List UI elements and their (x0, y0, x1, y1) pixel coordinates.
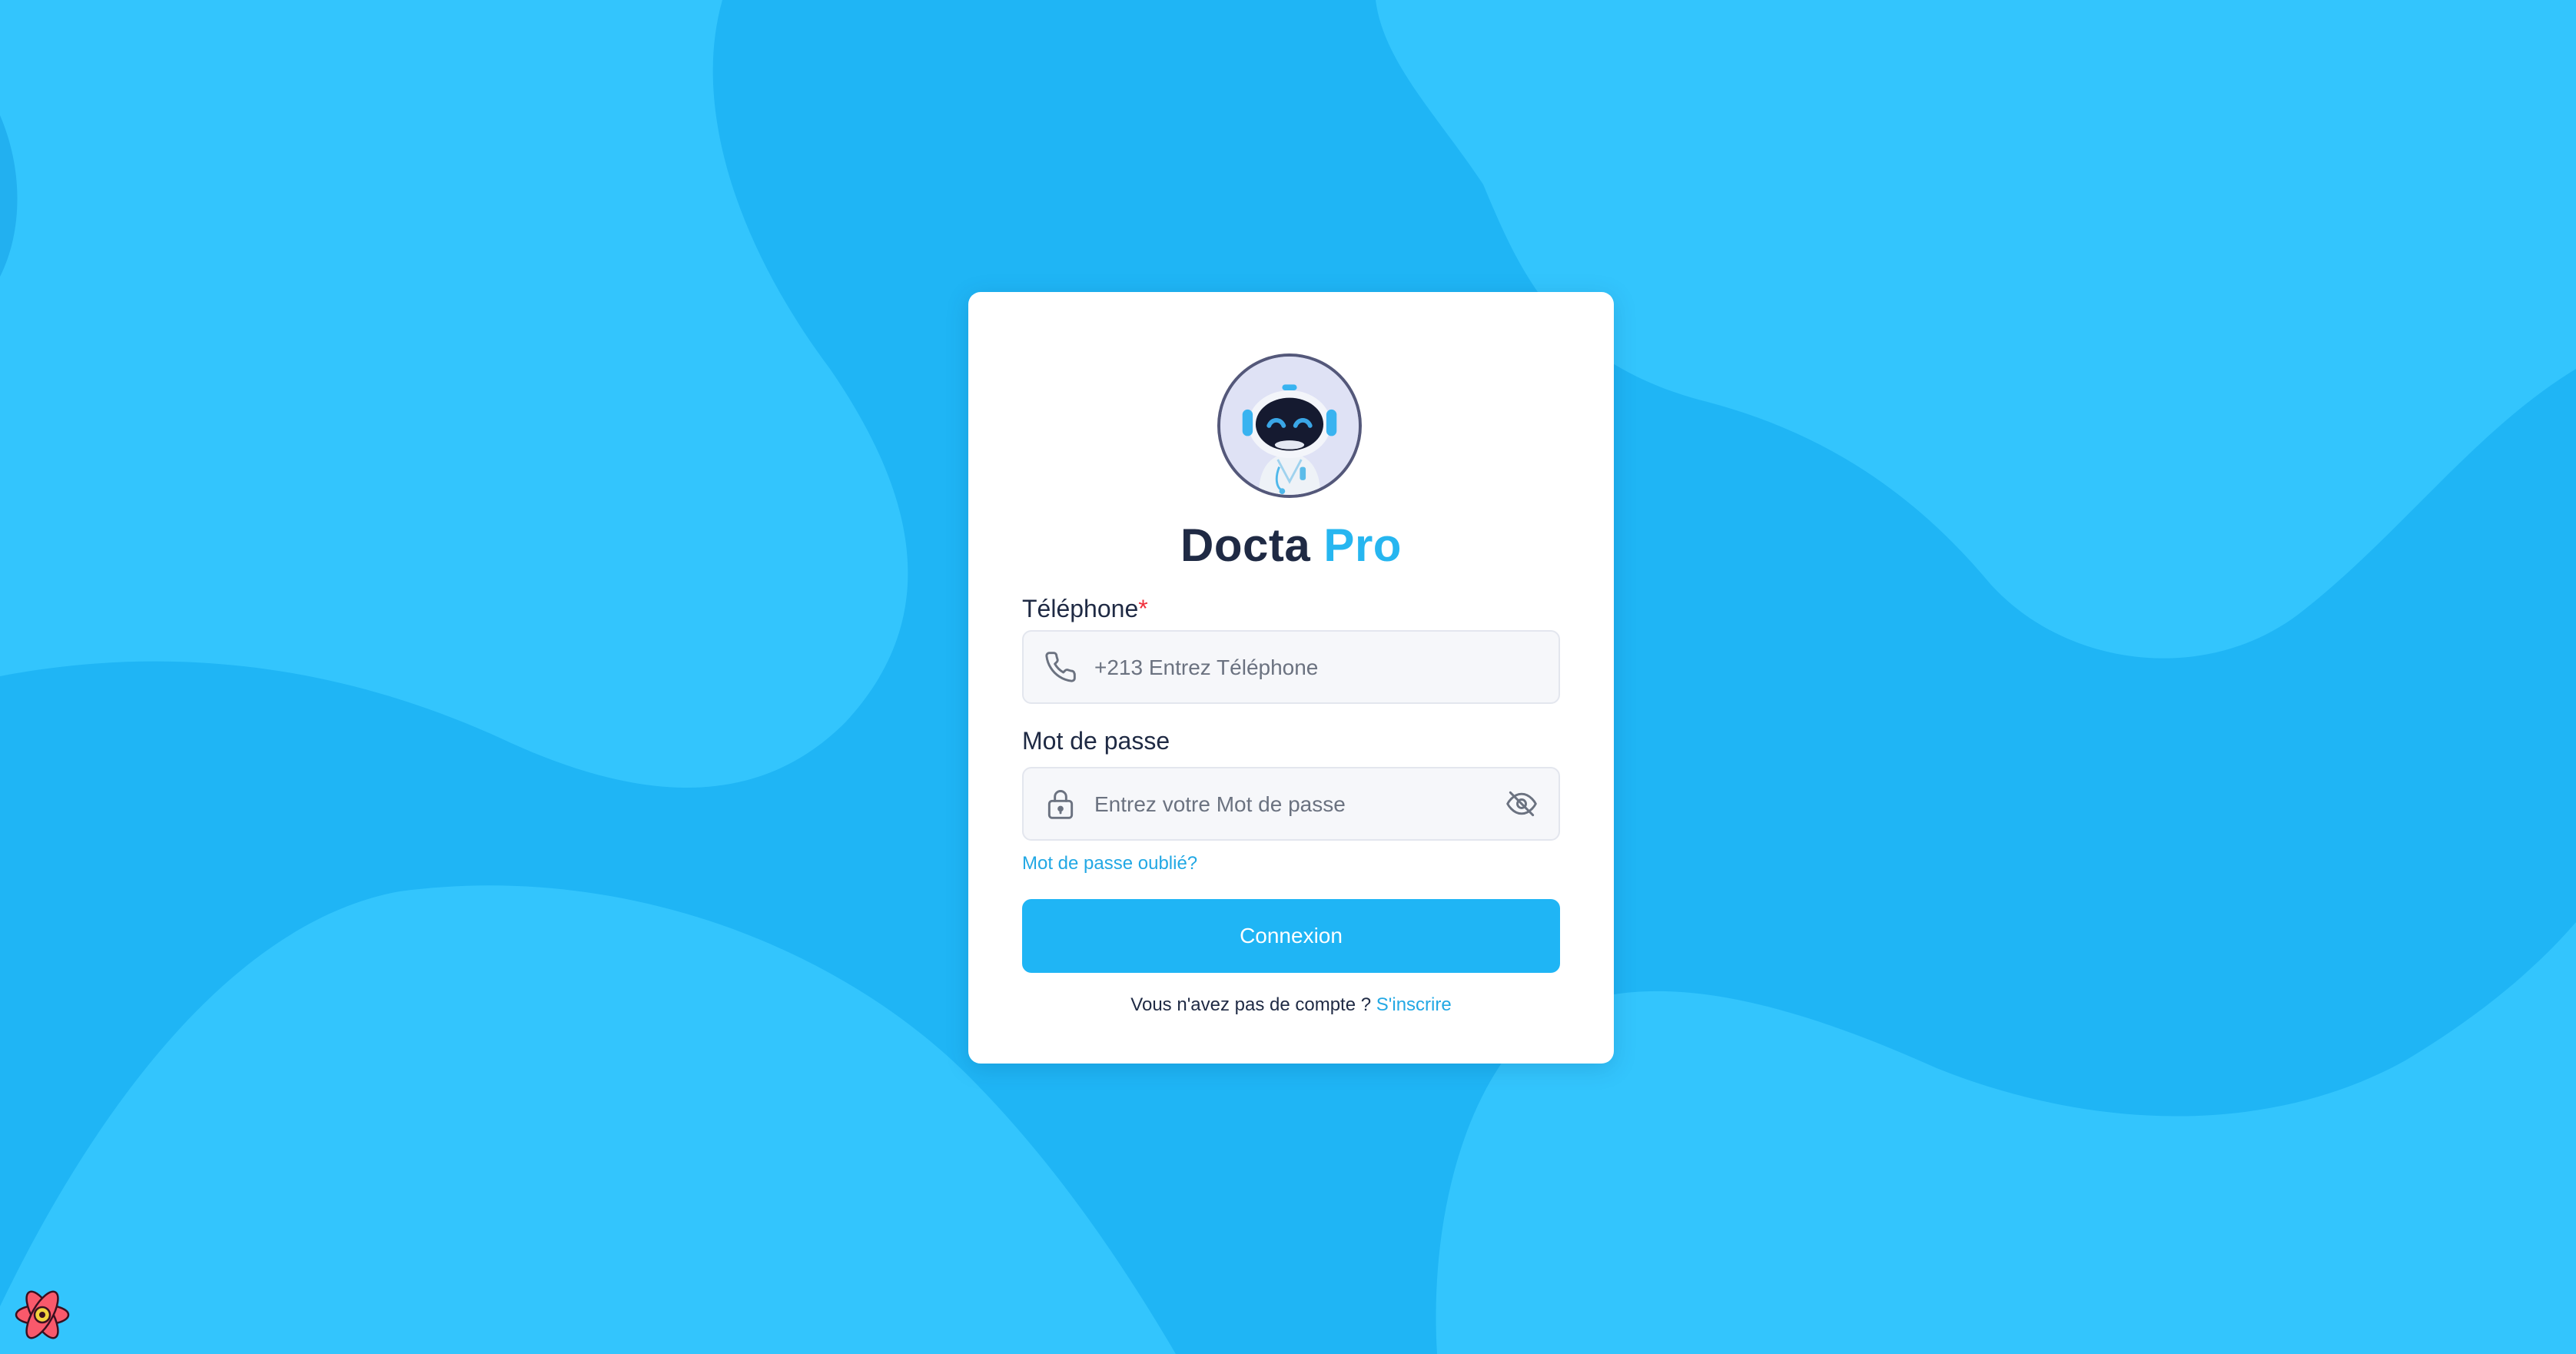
password-input[interactable] (1093, 768, 1526, 841)
password-label: Mot de passe (1022, 727, 1170, 755)
phone-label: Téléphone* (1022, 592, 1148, 626)
signup-prompt-text: Vous n'avez pas de compte ? (1130, 994, 1372, 1015)
forgot-password-link[interactable]: Mot de passe oublié? (1022, 851, 1197, 876)
password-field (1022, 767, 1560, 841)
react-logo-icon[interactable] (11, 1283, 74, 1346)
login-button[interactable]: Connexion (1022, 899, 1560, 973)
signup-prompt: Vous n'avez pas de compte ? S'inscrire (968, 993, 1614, 1017)
login-page: Docta Pro Téléphone* Mot de passe (0, 0, 2576, 1354)
brand-name-accent: Pro (1323, 519, 1402, 571)
phone-input[interactable] (1093, 632, 1526, 704)
brand-name-primary: Docta (1180, 519, 1311, 571)
phone-icon (1044, 650, 1077, 684)
lock-icon (1044, 787, 1077, 821)
required-mark: * (1138, 595, 1148, 622)
robot-doctor-avatar-icon (1217, 353, 1362, 498)
signup-link[interactable]: S'inscrire (1376, 994, 1452, 1015)
phone-label-text: Téléphone (1022, 595, 1139, 622)
login-card: Docta Pro Téléphone* Mot de passe (968, 292, 1614, 1064)
app-brand-title: Docta Pro (968, 513, 1614, 578)
phone-field (1022, 630, 1560, 704)
eye-off-icon[interactable] (1505, 787, 1539, 821)
